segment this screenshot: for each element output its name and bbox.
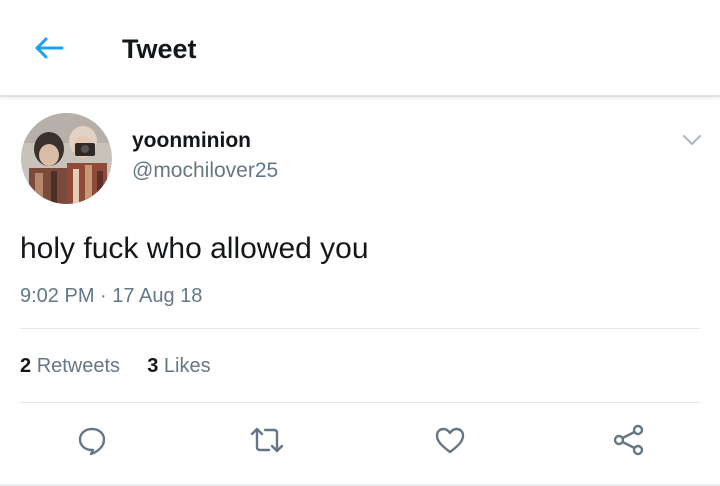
- heart-icon: [435, 427, 465, 454]
- retweets-label: Retweets: [36, 355, 121, 377]
- tweet-menu-button[interactable]: [680, 130, 704, 150]
- likes-count: 3: [147, 355, 159, 377]
- share-button[interactable]: [609, 420, 649, 460]
- divider: [20, 328, 700, 329]
- tweet-time: 9:02 PM: [20, 285, 95, 307]
- tweet-timestamp: 9:02 PM · 17 Aug 18: [20, 283, 202, 309]
- tweet-text: holy fuck who allowed you: [20, 232, 369, 265]
- meta-separator: ·: [100, 285, 107, 307]
- retweet-button[interactable]: [247, 420, 287, 460]
- arrow-left-icon: [35, 37, 64, 59]
- display-name[interactable]: yoonminion: [132, 128, 251, 154]
- page-title: Tweet: [122, 34, 197, 64]
- tweet-date: 17 Aug 18: [112, 285, 203, 307]
- avatar[interactable]: [21, 113, 112, 204]
- reply-icon: [78, 427, 106, 456]
- retweets-stat[interactable]: 2 Retweets: [20, 355, 126, 377]
- likes-stat[interactable]: 3 Likes: [147, 355, 210, 377]
- retweet-icon: [250, 427, 284, 453]
- avatar-image: [21, 113, 112, 204]
- reply-button[interactable]: [72, 420, 112, 460]
- engagement-stats: 2 Retweets 3 Likes: [20, 353, 211, 379]
- share-icon: [613, 424, 644, 456]
- likes-label: Likes: [163, 355, 211, 377]
- username[interactable]: @mochilover25: [132, 158, 278, 184]
- like-button[interactable]: [430, 420, 470, 460]
- back-button[interactable]: [26, 28, 72, 68]
- divider: [20, 402, 700, 403]
- tweet-detail-screen: Tweet yoonminion @mochilover25 holy fuck…: [0, 0, 720, 486]
- chevron-down-icon: [683, 135, 701, 145]
- retweets-count: 2: [20, 355, 32, 377]
- app-header: Tweet: [0, 0, 720, 97]
